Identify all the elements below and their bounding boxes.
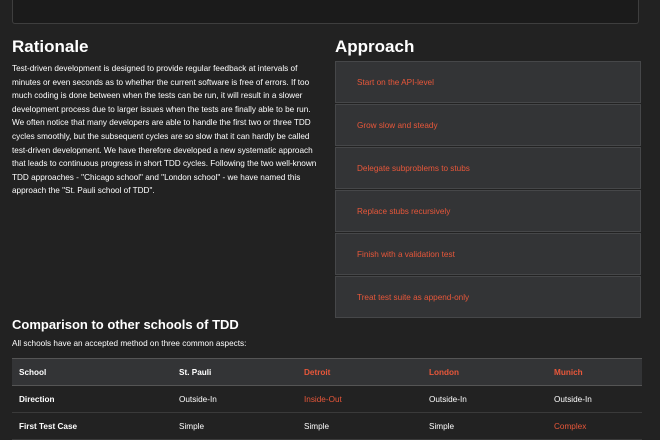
rationale-title: Rationale xyxy=(12,37,89,56)
table-row: Direction Outside-In Inside-Out Outside-… xyxy=(12,385,642,413)
approach-title: Approach xyxy=(335,37,415,56)
comparison-table: School St. Pauli Detroit London Munich D… xyxy=(12,358,642,440)
rationale-section: Rationale Test-driven development is des… xyxy=(12,36,320,198)
cell-munich-first-test[interactable]: Complex xyxy=(547,412,642,440)
cell-munich-direction: Outside-In xyxy=(547,385,642,413)
approach-step-api-level[interactable]: Start on the API-level xyxy=(335,61,641,103)
approach-step-delegate-stubs[interactable]: Delegate subproblems to stubs xyxy=(335,147,641,189)
header-london[interactable]: London xyxy=(422,358,547,386)
row-label-first-test-case: First Test Case xyxy=(12,412,172,440)
approach-section: Approach Start on the API-level Grow slo… xyxy=(335,36,641,319)
table-header-row: School St. Pauli Detroit London Munich xyxy=(12,358,642,386)
cell-london-direction: Outside-In xyxy=(422,385,547,413)
rationale-text: Test-driven development is designed to p… xyxy=(12,64,317,196)
approach-step-grow-slow[interactable]: Grow slow and steady xyxy=(335,104,641,146)
header-munich[interactable]: Munich xyxy=(547,358,642,386)
cell-london-first-test: Simple xyxy=(422,412,547,440)
cell-st-pauli-direction: Outside-In xyxy=(172,385,297,413)
row-label-direction: Direction xyxy=(12,385,172,413)
approach-step-append-only[interactable]: Treat test suite as append-only xyxy=(335,276,641,318)
cell-detroit-direction[interactable]: Inside-Out xyxy=(297,385,422,413)
cell-st-pauli-first-test: Simple xyxy=(172,412,297,440)
top-panel xyxy=(12,0,639,24)
header-detroit[interactable]: Detroit xyxy=(297,358,422,386)
comparison-section: Comparison to other schools of TDD All s… xyxy=(12,316,642,440)
comparison-intro: All schools have an accepted method on t… xyxy=(12,339,247,348)
table-row: First Test Case Simple Simple Simple Com… xyxy=(12,412,642,440)
approach-step-replace-stubs[interactable]: Replace stubs recursively xyxy=(335,190,641,232)
comparison-title: Comparison to other schools of TDD xyxy=(12,317,239,332)
header-school: School xyxy=(12,358,172,386)
cell-detroit-first-test: Simple xyxy=(297,412,422,440)
approach-step-validation-test[interactable]: Finish with a validation test xyxy=(335,233,641,275)
header-st-pauli: St. Pauli xyxy=(172,358,297,386)
